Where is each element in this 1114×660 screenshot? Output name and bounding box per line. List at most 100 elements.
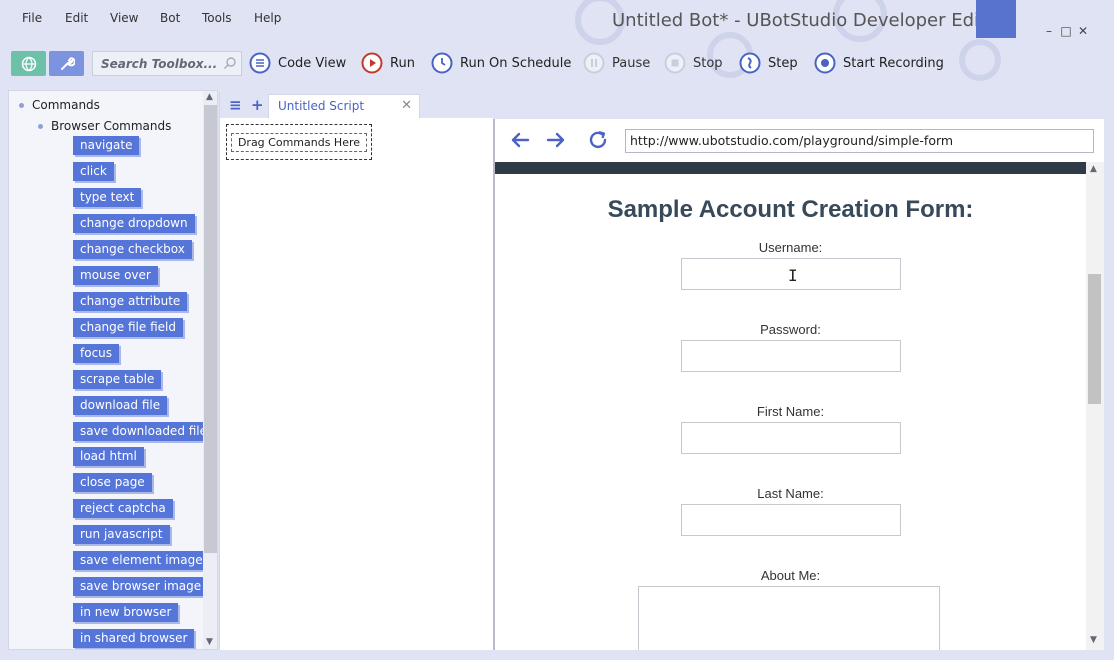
first-name-label: First Name: xyxy=(756,404,825,419)
command-item[interactable]: change dropdown xyxy=(73,214,195,233)
command-item[interactable]: navigate xyxy=(73,136,140,155)
username-label: Username: xyxy=(758,240,823,255)
record-icon xyxy=(814,52,836,74)
close-tab-icon[interactable]: ✕ xyxy=(401,95,412,117)
drop-zone[interactable]: Drag Commands Here xyxy=(226,124,372,160)
menu-help[interactable]: Help xyxy=(254,11,281,25)
about-me-textarea[interactable] xyxy=(638,586,940,650)
tree-bullet-icon xyxy=(19,102,24,108)
scrollbar-thumb[interactable] xyxy=(1088,274,1101,404)
last-name-field[interactable] xyxy=(681,504,901,536)
start-recording-label: Start Recording xyxy=(843,55,944,71)
refresh-icon[interactable] xyxy=(587,129,609,151)
password-field[interactable] xyxy=(681,340,901,372)
command-item[interactable]: save element image xyxy=(73,551,210,570)
scroll-up-icon[interactable]: ▲ xyxy=(206,92,213,102)
tab-menu-icon[interactable]: ≡ xyxy=(229,96,242,114)
toolbox-button[interactable] xyxy=(49,51,84,76)
pause-label: Pause xyxy=(612,55,651,71)
menu-bar: File Edit View Bot Tools Help Untitled B… xyxy=(0,0,1114,81)
code-view-button[interactable]: Code View xyxy=(249,50,346,76)
menu-tools[interactable]: Tools xyxy=(202,11,232,25)
stop-button[interactable]: Stop xyxy=(664,50,723,76)
browser-panel: http://www.ubotstudio.com/playground/sim… xyxy=(493,119,1104,650)
command-item[interactable]: close page xyxy=(73,473,152,492)
page-header-bar xyxy=(495,162,1086,174)
scroll-down-icon[interactable]: ▼ xyxy=(206,637,213,647)
about-me-label: About Me: xyxy=(760,568,821,583)
step-icon xyxy=(739,52,761,74)
form-title: Sample Account Creation Form: xyxy=(607,196,974,223)
tab-untitled-script[interactable]: Untitled Script ✕ xyxy=(268,94,420,118)
command-item[interactable]: in new browser xyxy=(73,603,179,622)
tree-commands-root[interactable]: Commands xyxy=(19,98,100,112)
command-item[interactable]: mouse over xyxy=(73,266,158,285)
menu-file[interactable]: File xyxy=(22,11,42,25)
run-on-schedule-button[interactable]: Run On Schedule xyxy=(431,50,571,76)
commands-scrollbar[interactable]: ▲ ▼ xyxy=(203,91,217,649)
stop-label: Stop xyxy=(693,55,723,71)
run-icon xyxy=(361,52,383,74)
step-button[interactable]: Step xyxy=(739,50,798,76)
tree-browser-commands[interactable]: Browser Commands xyxy=(38,119,171,133)
text-cursor-icon: I xyxy=(788,266,798,285)
web-page: Sample Account Creation Form: Username: … xyxy=(495,174,1086,650)
search-toolbox[interactable] xyxy=(92,51,242,76)
command-item[interactable]: load html xyxy=(73,447,144,466)
commands-panel: Commands Browser Commands navigate click t… xyxy=(8,90,218,650)
back-icon[interactable] xyxy=(509,129,531,151)
command-item[interactable]: click xyxy=(73,162,114,181)
browser-nav-bar: http://www.ubotstudio.com/playground/sim… xyxy=(495,119,1104,162)
url-bar[interactable]: http://www.ubotstudio.com/playground/sim… xyxy=(625,129,1094,153)
menu-edit[interactable]: Edit xyxy=(65,11,88,25)
stop-icon xyxy=(664,52,686,74)
first-name-field[interactable] xyxy=(681,422,901,454)
command-item[interactable]: save browser image xyxy=(73,577,209,596)
step-label: Step xyxy=(768,55,798,71)
command-item[interactable]: run javascript xyxy=(73,525,170,544)
run-label: Run xyxy=(390,55,415,71)
scroll-down-icon[interactable]: ▼ xyxy=(1090,635,1097,645)
last-name-label: Last Name: xyxy=(757,486,824,501)
minimize-button[interactable]: – xyxy=(1042,24,1056,38)
wrench-icon xyxy=(60,56,75,70)
username-field[interactable]: I xyxy=(681,258,901,290)
command-item[interactable]: download file xyxy=(73,396,168,415)
add-tab-icon[interactable]: + xyxy=(251,96,264,114)
start-recording-button[interactable]: Start Recording xyxy=(814,50,944,76)
pause-button[interactable]: Pause xyxy=(583,50,650,76)
globe-icon xyxy=(21,56,36,71)
menu-bot[interactable]: Bot xyxy=(160,11,180,25)
close-button[interactable]: ✕ xyxy=(1076,24,1090,38)
browser-scrollbar[interactable]: ▲ ▼ xyxy=(1086,162,1104,650)
tree-browser-commands-label: Browser Commands xyxy=(51,119,172,133)
title-accent-block xyxy=(976,0,1016,38)
scrollbar-thumb[interactable] xyxy=(204,105,217,553)
script-panel: ≡ + Untitled Script ✕ Drag Commands Here xyxy=(219,92,494,650)
tree-commands-label: Commands xyxy=(32,98,100,112)
script-tab-bar: ≡ + Untitled Script ✕ xyxy=(220,92,494,118)
command-item[interactable]: scrape table xyxy=(73,370,162,389)
command-item[interactable]: focus xyxy=(73,344,120,363)
command-item[interactable]: type text xyxy=(73,188,142,207)
password-label: Password: xyxy=(760,322,821,337)
search-icon[interactable] xyxy=(223,56,237,70)
pause-icon xyxy=(583,52,605,74)
maximize-button[interactable]: □ xyxy=(1059,24,1073,38)
run-button[interactable]: Run xyxy=(361,50,415,76)
forward-icon[interactable] xyxy=(545,129,567,151)
search-input[interactable] xyxy=(93,52,218,75)
command-item[interactable]: reject captcha xyxy=(73,499,173,518)
command-item[interactable]: change checkbox xyxy=(73,240,192,259)
command-item[interactable]: change file field xyxy=(73,318,183,337)
window-title: Untitled Bot* - UBotStudio Developer Edi… xyxy=(612,10,1014,31)
scroll-up-icon[interactable]: ▲ xyxy=(1090,164,1097,174)
menu-view[interactable]: View xyxy=(110,11,138,25)
command-item[interactable]: change attribute xyxy=(73,292,188,311)
tree-bullet-icon xyxy=(38,123,43,129)
code-view-icon xyxy=(249,52,271,74)
command-item[interactable]: in shared browser xyxy=(73,629,195,648)
command-item[interactable]: save downloaded file xyxy=(73,422,215,441)
browser-view-button[interactable] xyxy=(11,51,46,76)
run-on-schedule-label: Run On Schedule xyxy=(460,55,572,71)
